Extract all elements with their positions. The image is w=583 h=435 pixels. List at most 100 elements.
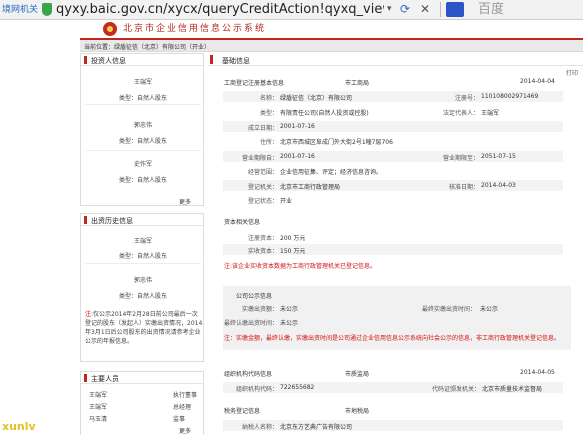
investors-more-link[interactable]: 更多 bbox=[179, 197, 191, 206]
national-emblem-icon bbox=[103, 22, 117, 36]
taxpayer-value: 北京东方艺典广告有限公司 bbox=[280, 424, 353, 431]
watermark: xunlv bbox=[0, 420, 80, 435]
staff-name: 马玉清 bbox=[89, 416, 108, 423]
security-shield-icon bbox=[42, 3, 52, 16]
legal-rep-value: 王端军 bbox=[481, 110, 500, 117]
authority-label: 登记机关： bbox=[247, 184, 278, 191]
investor-name[interactable]: 史作军 bbox=[81, 159, 205, 168]
section-marker bbox=[84, 374, 87, 382]
history-title: 出资历史信息 bbox=[91, 217, 133, 225]
status-value: 开业 bbox=[280, 198, 293, 205]
browser-toolbar: 境网机关 qyxy.baic.gov.cn/xycx/queryCreditAc… bbox=[0, 0, 583, 20]
reg-source: 市工商局 bbox=[345, 80, 370, 87]
orgcode-source: 市质监局 bbox=[345, 371, 370, 378]
section-marker bbox=[84, 56, 87, 64]
cert-authority-label: 代码证颁发机关： bbox=[431, 386, 480, 393]
scope-value: 企业信用征集、评定；经济信息咨询。 bbox=[280, 169, 383, 176]
subscribed-date-label: 最终认缴出资时间： bbox=[223, 320, 278, 327]
orgcode-section-title[interactable]: 组织机构代码信息 bbox=[224, 369, 272, 378]
site-title: 北京市企业信用信息公示系统 bbox=[123, 24, 267, 34]
investment-history-panel: 出资历史信息 王端军 类型：自然人股东 郭忠伟 类型：自然人股东 注:仅公示20… bbox=[80, 213, 204, 362]
basic-info-panel: 基础信息 工商登记注册基本信息 市工商局 2014-04-04 打印 名称： 绿… bbox=[208, 53, 583, 435]
investors-header: 投资人信息 bbox=[81, 54, 203, 66]
reg-capital-label: 注册资本： bbox=[247, 235, 278, 242]
history-investor-type: 类型：自然人股东 bbox=[119, 253, 168, 260]
investor-type: 类型：自然人股东 bbox=[119, 177, 168, 184]
orgcode-label: 组织机构代码： bbox=[235, 386, 278, 393]
refresh-icon[interactable]: ⟳ bbox=[400, 1, 414, 17]
staff-title: 主要人员 bbox=[91, 375, 119, 383]
basic-info-title: 基础信息 bbox=[222, 57, 250, 65]
term-from-value: 2001-07-16 bbox=[280, 153, 315, 160]
history-header: 出资历史信息 bbox=[81, 214, 203, 226]
investors-panel: 投资人信息 王端军 类型：自然人股东 郭忠伟 类型：自然人股东 史作军 类型：自… bbox=[80, 53, 204, 206]
previous-tab[interactable]: 境网机关 bbox=[0, 2, 40, 18]
site-header: 北京市企业信用信息公示系统 bbox=[80, 20, 583, 38]
term-to-value: 2051-07-15 bbox=[481, 153, 516, 160]
address-value: 北京市西城区阜成门外大街2号1幢7层706 bbox=[280, 139, 393, 146]
name-label: 名称： bbox=[259, 95, 278, 102]
paid-amount-label: 实缴出资额： bbox=[241, 306, 278, 313]
public-info-title: 公司公示信息 bbox=[236, 293, 273, 300]
history-note-text: 仅公示2014年2月28日前公司最后一次登记的股东（发起人）实缴出资情况，201… bbox=[85, 311, 203, 345]
staff-name: 王端军 bbox=[89, 392, 108, 399]
orgcode-value: 722655682 bbox=[280, 384, 315, 391]
section-marker bbox=[210, 55, 213, 64]
regno-label: 注册号： bbox=[454, 95, 479, 102]
term-from-label: 营业期限自： bbox=[241, 155, 278, 162]
latest-paid-label: 最终实缴出资时间： bbox=[421, 306, 476, 313]
paid-capital-label: 实收资本： bbox=[247, 248, 278, 255]
reg-capital-value: 200 万元 bbox=[280, 235, 306, 242]
investor-type: 类型：自然人股东 bbox=[119, 138, 168, 145]
legal-rep-label: 法定代表人： bbox=[442, 110, 479, 117]
tax-source: 市地税局 bbox=[345, 408, 370, 415]
address-label: 住所： bbox=[259, 139, 278, 146]
investor-name[interactable]: 王端军 bbox=[81, 77, 205, 86]
approval-date-value: 2014-04-03 bbox=[481, 182, 516, 189]
note-prefix: 注: bbox=[85, 311, 94, 318]
type-label: 类型： bbox=[259, 110, 278, 117]
capital-section-title[interactable]: 资本相关信息 bbox=[224, 217, 260, 226]
address-bar[interactable]: qyxy.baic.gov.cn/xycx/queryCreditAction!… bbox=[56, 1, 384, 18]
authority-value: 北京市工商行政管理局 bbox=[280, 184, 341, 191]
divider bbox=[85, 104, 201, 105]
regno-value: 110108002971469 bbox=[481, 93, 539, 100]
section-marker bbox=[84, 216, 87, 224]
tax-section-title[interactable]: 税务登记信息 bbox=[224, 406, 260, 415]
address-dropdown-icon[interactable]: ▾ bbox=[387, 4, 392, 14]
history-investor-type: 类型：自然人股东 bbox=[119, 293, 168, 300]
history-investor-name[interactable]: 王端军 bbox=[81, 236, 205, 245]
approval-date-label: 核准日期： bbox=[448, 184, 479, 191]
toolbar-divider bbox=[440, 2, 441, 17]
key-personnel-panel: 主要人员 王端军 执行董事 王端军 总经理 马玉清 监事 更多 bbox=[80, 371, 204, 435]
paid-capital-value: 150 万元 bbox=[280, 248, 306, 255]
taxpayer-label: 纳税人名称： bbox=[241, 424, 278, 431]
divider bbox=[85, 150, 201, 151]
watermark-text: xunlv bbox=[2, 420, 36, 433]
orgcode-date: 2014-04-05 bbox=[520, 369, 555, 376]
est-date-value: 2001-07-16 bbox=[280, 123, 315, 130]
investor-name[interactable]: 郭忠伟 bbox=[81, 120, 205, 129]
history-investor-name[interactable]: 郭忠伟 bbox=[81, 275, 205, 284]
divider bbox=[85, 263, 201, 264]
search-engine-logo-icon[interactable] bbox=[446, 2, 464, 17]
term-to-label: 营业期限至： bbox=[442, 155, 479, 162]
breadcrumb: 当前位置：绿盾征信（北京）有限公司（开业） bbox=[80, 40, 583, 52]
scope-label: 经营范围： bbox=[247, 169, 278, 176]
name-value: 绿盾征信（北京）有限公司 bbox=[280, 95, 353, 102]
stop-icon[interactable]: ✕ bbox=[420, 1, 430, 17]
reg-date: 2014-04-04 bbox=[520, 78, 555, 85]
reg-section-title[interactable]: 工商登记注册基本信息 bbox=[224, 78, 284, 87]
history-note: 注:仅公示2014年2月28日前公司最后一次登记的股东（发起人）实缴出资情况，2… bbox=[85, 310, 203, 346]
staff-more-link[interactable]: 更多 bbox=[179, 426, 191, 435]
search-box[interactable]: 百度 bbox=[478, 1, 504, 18]
public-info-note: 注：实缴金额，最终认缴，实缴出资时间是公司通过企业信用信息公示系统向社会公示的信… bbox=[224, 335, 561, 342]
breadcrumb-text: 当前位置：绿盾征信（北京）有限公司（开业） bbox=[84, 44, 211, 51]
staff-role: 执行董事 bbox=[173, 392, 198, 399]
latest-paid-value: 未公示 bbox=[480, 306, 499, 313]
staff-name: 王端军 bbox=[89, 404, 108, 411]
staff-role: 监事 bbox=[173, 416, 186, 423]
left-sidebar: 投资人信息 王端军 类型：自然人股东 郭忠伟 类型：自然人股东 史作军 类型：自… bbox=[80, 53, 204, 435]
basic-info-header: 基础信息 bbox=[208, 53, 583, 66]
print-link[interactable]: 打印 bbox=[566, 68, 578, 77]
